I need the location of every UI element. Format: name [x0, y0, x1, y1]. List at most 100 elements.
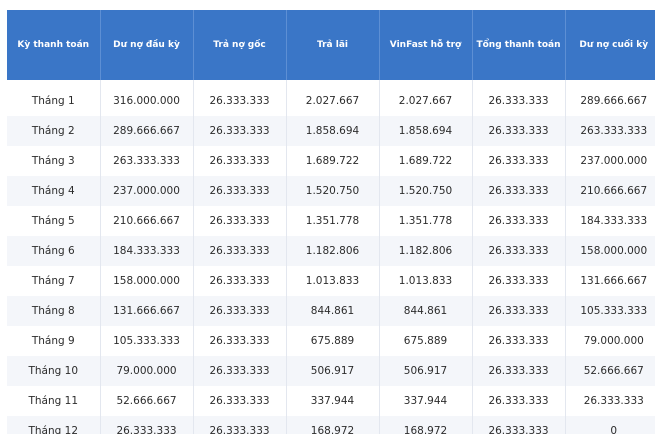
cell-principal-payment: 26.333.333	[193, 80, 287, 116]
cell-payment-period: Tháng 5	[7, 206, 101, 236]
cell-vinfast-support: 1.520.750	[379, 176, 473, 206]
cell-payment-period: Tháng 8	[7, 296, 101, 326]
cell-opening-balance: 52.666.667	[100, 386, 194, 416]
cell-total-payment: 26.333.333	[472, 206, 566, 236]
cell-closing-balance: 0	[565, 416, 655, 434]
table-row: Tháng 8 131.666.667 26.333.333 844.861 844.8…	[7, 296, 655, 326]
cell-opening-balance: 289.666.667	[100, 116, 194, 146]
cell-interest-payment: 844.861	[286, 296, 380, 326]
cell-closing-balance: 210.666.667	[565, 176, 655, 206]
cell-principal-payment: 26.333.333	[193, 266, 287, 296]
cell-principal-payment: 26.333.333	[193, 386, 287, 416]
cell-total-payment: 26.333.333	[472, 176, 566, 206]
table-header: Kỳ thanh toán Dư nợ đầu kỳ Trả nợ gốc Tr…	[7, 10, 655, 80]
header-vinfast-support: VinFast hỗ trợ	[379, 10, 473, 80]
cell-principal-payment: 26.333.333	[193, 296, 287, 326]
table-row: Tháng 1 316.000.000 26.333.333 2.027.667 2.0…	[7, 80, 655, 116]
cell-interest-payment: 1.182.806	[286, 236, 380, 266]
cell-total-payment: 26.333.333	[472, 80, 566, 116]
cell-interest-payment: 337.944	[286, 386, 380, 416]
cell-opening-balance: 105.333.333	[100, 326, 194, 356]
cell-interest-payment: 1.858.694	[286, 116, 380, 146]
header-total-payment: Tổng thanh toán	[472, 10, 566, 80]
cell-opening-balance: 26.333.333	[100, 416, 194, 434]
table-row: Tháng 10 79.000.000 26.333.333 506.917 506.9…	[7, 356, 655, 386]
cell-closing-balance: 184.333.333	[565, 206, 655, 236]
cell-closing-balance: 26.333.333	[565, 386, 655, 416]
cell-vinfast-support: 844.861	[379, 296, 473, 326]
table-row: Tháng 5 210.666.667 26.333.333 1.351.778 1.3…	[7, 206, 655, 236]
cell-vinfast-support: 2.027.667	[379, 80, 473, 116]
cell-opening-balance: 184.333.333	[100, 236, 194, 266]
cell-payment-period: Tháng 11	[7, 386, 101, 416]
header-interest-payment: Trả lãi	[286, 10, 380, 80]
table-row: Tháng 11 52.666.667 26.333.333 337.944 337.9…	[7, 386, 655, 416]
payment-schedule-table-container: Kỳ thanh toán Dư nợ đầu kỳ Trả nợ gốc Tr…	[7, 10, 655, 434]
cell-closing-balance: 263.333.333	[565, 116, 655, 146]
cell-total-payment: 26.333.333	[472, 296, 566, 326]
cell-total-payment: 26.333.333	[472, 266, 566, 296]
cell-payment-period: Tháng 12	[7, 416, 101, 434]
table-row: Tháng 12 26.333.333 26.333.333 168.972 168.9…	[7, 416, 655, 434]
cell-principal-payment: 26.333.333	[193, 206, 287, 236]
cell-payment-period: Tháng 6	[7, 236, 101, 266]
cell-vinfast-support: 337.944	[379, 386, 473, 416]
cell-closing-balance: 131.666.667	[565, 266, 655, 296]
cell-total-payment: 26.333.333	[472, 416, 566, 434]
cell-interest-payment: 1.013.833	[286, 266, 380, 296]
cell-total-payment: 26.333.333	[472, 386, 566, 416]
cell-opening-balance: 316.000.000	[100, 80, 194, 116]
cell-payment-period: Tháng 2	[7, 116, 101, 146]
cell-vinfast-support: 1.351.778	[379, 206, 473, 236]
cell-payment-period: Tháng 9	[7, 326, 101, 356]
cell-vinfast-support: 1.013.833	[379, 266, 473, 296]
table-body: Tháng 1 316.000.000 26.333.333 2.027.667 2.0…	[7, 80, 655, 434]
header-principal-payment: Trả nợ gốc	[193, 10, 287, 80]
cell-opening-balance: 210.666.667	[100, 206, 194, 236]
header-row: Kỳ thanh toán Dư nợ đầu kỳ Trả nợ gốc Tr…	[7, 10, 655, 80]
cell-principal-payment: 26.333.333	[193, 146, 287, 176]
cell-closing-balance: 289.666.667	[565, 80, 655, 116]
table-row: Tháng 4 237.000.000 26.333.333 1.520.750 1.5…	[7, 176, 655, 206]
cell-total-payment: 26.333.333	[472, 236, 566, 266]
cell-opening-balance: 263.333.333	[100, 146, 194, 176]
cell-payment-period: Tháng 3	[7, 146, 101, 176]
cell-payment-period: Tháng 10	[7, 356, 101, 386]
cell-total-payment: 26.333.333	[472, 356, 566, 386]
cell-interest-payment: 1.351.778	[286, 206, 380, 236]
cell-principal-payment: 26.333.333	[193, 236, 287, 266]
cell-closing-balance: 158.000.000	[565, 236, 655, 266]
cell-vinfast-support: 1.858.694	[379, 116, 473, 146]
cell-vinfast-support: 1.689.722	[379, 146, 473, 176]
cell-vinfast-support: 506.917	[379, 356, 473, 386]
table-row: Tháng 6 184.333.333 26.333.333 1.182.806 1.1…	[7, 236, 655, 266]
cell-vinfast-support: 675.889	[379, 326, 473, 356]
cell-opening-balance: 131.666.667	[100, 296, 194, 326]
cell-closing-balance: 79.000.000	[565, 326, 655, 356]
cell-interest-payment: 675.889	[286, 326, 380, 356]
cell-closing-balance: 105.333.333	[565, 296, 655, 326]
cell-principal-payment: 26.333.333	[193, 416, 287, 434]
cell-interest-payment: 168.972	[286, 416, 380, 434]
payment-schedule-table: Kỳ thanh toán Dư nợ đầu kỳ Trả nợ gốc Tr…	[7, 10, 655, 434]
cell-total-payment: 26.333.333	[472, 326, 566, 356]
cell-payment-period: Tháng 7	[7, 266, 101, 296]
header-payment-period: Kỳ thanh toán	[7, 10, 101, 80]
cell-vinfast-support: 1.182.806	[379, 236, 473, 266]
cell-payment-period: Tháng 1	[7, 80, 101, 116]
cell-interest-payment: 2.027.667	[286, 80, 380, 116]
cell-total-payment: 26.333.333	[472, 116, 566, 146]
table-row: Tháng 2 289.666.667 26.333.333 1.858.694 1.8…	[7, 116, 655, 146]
table-row: Tháng 3 263.333.333 26.333.333 1.689.722 1.6…	[7, 146, 655, 176]
cell-closing-balance: 52.666.667	[565, 356, 655, 386]
table-row: Tháng 9 105.333.333 26.333.333 675.889 675.8…	[7, 326, 655, 356]
cell-interest-payment: 1.689.722	[286, 146, 380, 176]
cell-opening-balance: 79.000.000	[100, 356, 194, 386]
cell-principal-payment: 26.333.333	[193, 326, 287, 356]
cell-principal-payment: 26.333.333	[193, 116, 287, 146]
header-opening-balance: Dư nợ đầu kỳ	[100, 10, 194, 80]
cell-opening-balance: 158.000.000	[100, 266, 194, 296]
cell-total-payment: 26.333.333	[472, 146, 566, 176]
header-closing-balance: Dư nợ cuối kỳ	[565, 10, 655, 80]
cell-payment-period: Tháng 4	[7, 176, 101, 206]
